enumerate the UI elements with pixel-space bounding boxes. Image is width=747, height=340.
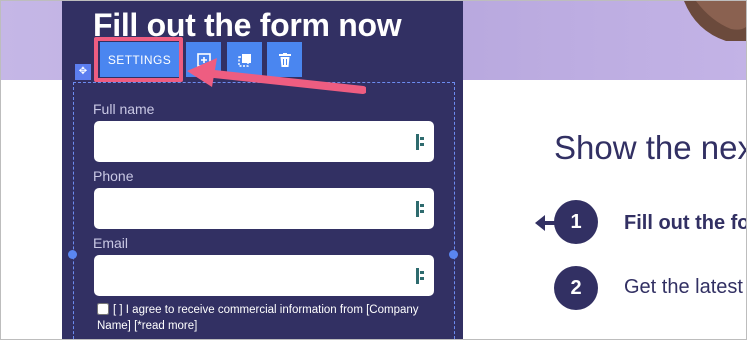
password-manager-icon (416, 268, 424, 284)
step-text: Get the latest (624, 276, 743, 298)
full-name-label: Full name (93, 101, 155, 117)
phone-field[interactable] (94, 188, 434, 229)
person-photo-fragment (684, 1, 746, 41)
resize-handle-right[interactable] (449, 250, 458, 259)
consent-row: [ ] I agree to receive commercial inform… (97, 302, 437, 334)
step-number-badge: 1 (554, 200, 598, 244)
page-canvas: Fill out the form now ✥ SETTINGS Full na… (0, 0, 747, 340)
move-handle-icon[interactable]: ✥ (75, 64, 91, 80)
step-text: Fill out the fo (624, 212, 747, 234)
full-name-field[interactable] (94, 121, 434, 162)
settings-button[interactable]: SETTINGS (100, 42, 179, 77)
password-manager-icon (416, 201, 424, 217)
password-manager-icon (416, 134, 424, 150)
duplicate-button[interactable] (227, 42, 262, 77)
delete-button[interactable] (267, 42, 302, 77)
trash-icon (278, 52, 291, 67)
consent-text: [ ] I agree to receive commercial inform… (97, 304, 419, 332)
phone-label: Phone (93, 168, 134, 184)
add-block-icon (196, 52, 211, 67)
duplicate-icon (237, 53, 251, 67)
email-label: Email (93, 235, 129, 251)
consent-checkbox[interactable] (97, 303, 109, 315)
step-number-badge: 2 (554, 266, 598, 310)
add-block-button[interactable] (186, 42, 221, 77)
resize-handle-left[interactable] (68, 250, 77, 259)
email-field[interactable] (94, 255, 434, 296)
right-heading: Show the nex (554, 129, 747, 166)
